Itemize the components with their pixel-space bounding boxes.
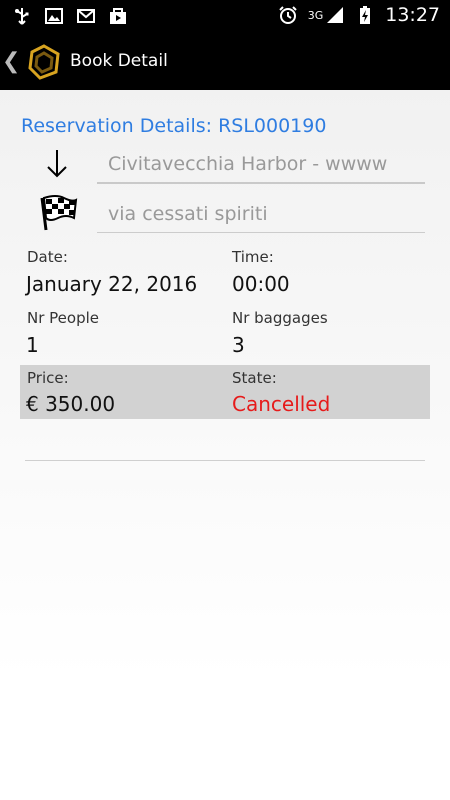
state-label: State: [232, 369, 277, 387]
alarm-icon [278, 6, 297, 24]
baggages-label: Nr baggages [232, 309, 328, 327]
price-value: € 350.00 [26, 392, 116, 416]
usb-icon [15, 8, 29, 25]
dropoff-value: via cessati spiriti [108, 203, 268, 225]
app-logo-icon[interactable] [26, 44, 62, 80]
price-state-row: Price: € 350.00 State: Cancelled [20, 365, 430, 419]
status-bar: 3G 13:27 [0, 0, 450, 32]
checkered-flag-icon [40, 195, 78, 231]
notification-icons [12, 6, 128, 26]
people-label: Nr People [27, 309, 99, 327]
reservation-detail: Reservation Details: RSL000190 Civitavec… [0, 90, 450, 800]
mail-icon [77, 9, 95, 23]
pickup-value: Civitavecchia Harbor - wwww [108, 153, 388, 175]
baggages-value: 3 [232, 333, 245, 357]
screen-title: Book Detail [70, 51, 168, 71]
system-icons: 3G 13:27 [278, 4, 440, 26]
chevron-left-icon[interactable]: ❮ [2, 49, 20, 74]
reservation-title: Reservation Details: RSL000190 [21, 115, 327, 137]
time-label: Time: [232, 248, 274, 266]
clock: 13:27 [385, 4, 440, 26]
action-bar: ❮ Book Detail [0, 32, 450, 90]
network-label: 3G [307, 8, 324, 22]
divider [25, 460, 425, 461]
price-label: Price: [27, 369, 69, 387]
store-icon [110, 8, 126, 24]
signal-icon [327, 7, 344, 23]
time-value: 00:00 [232, 272, 290, 296]
date-label: Date: [27, 248, 68, 266]
arrow-down-icon [47, 150, 67, 178]
pickup-field[interactable]: Civitavecchia Harbor - wwww [97, 148, 425, 184]
dropoff-field[interactable]: via cessati spiriti [97, 198, 425, 233]
state-value: Cancelled [232, 392, 331, 416]
people-value: 1 [26, 333, 39, 357]
date-value: January 22, 2016 [26, 272, 198, 296]
battery-icon [360, 6, 371, 24]
gallery-icon [45, 8, 63, 24]
